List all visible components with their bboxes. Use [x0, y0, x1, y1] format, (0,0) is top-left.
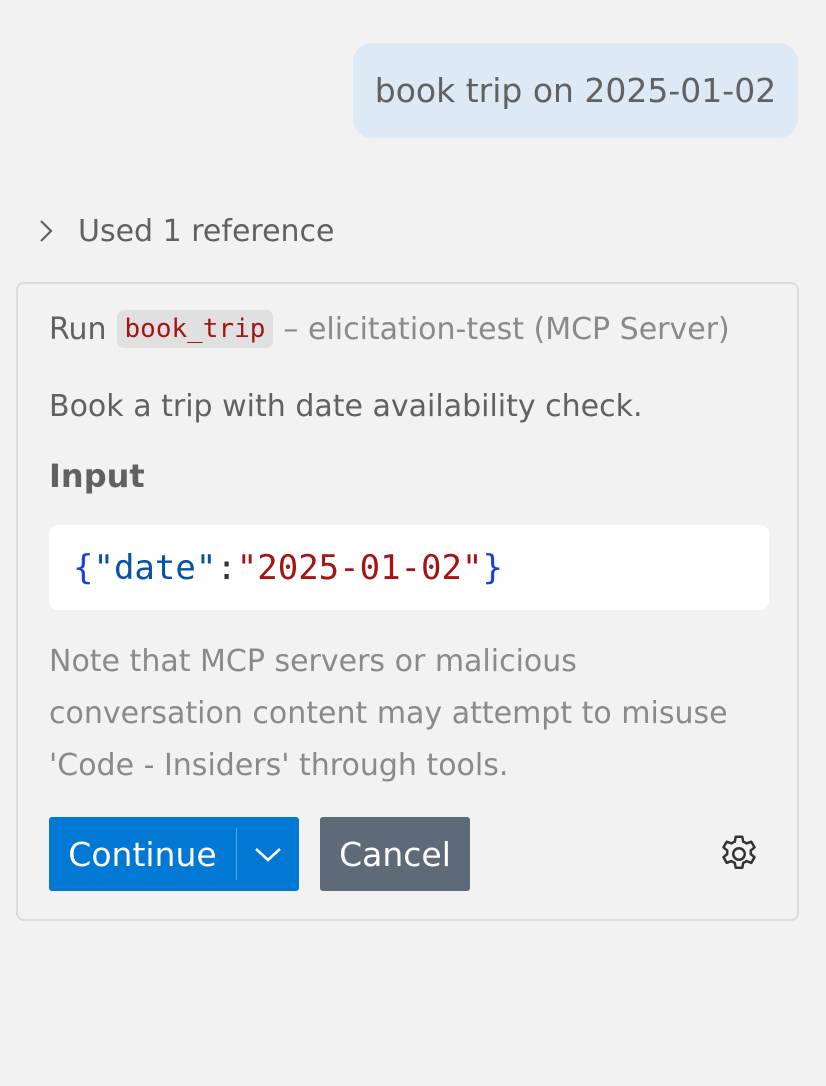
- tool-confirmation-card: Run book_trip – elicitation-test (MCP Se…: [16, 282, 799, 921]
- settings-button[interactable]: [715, 830, 763, 878]
- continue-split-button[interactable]: Continue: [49, 817, 299, 891]
- references-toggle[interactable]: Used 1 reference: [30, 206, 335, 256]
- cancel-button[interactable]: Cancel: [320, 817, 470, 891]
- input-heading: Input: [49, 457, 145, 495]
- tool-name-code: book_trip: [116, 310, 274, 348]
- user-message-bubble: book trip on 2025-01-02: [353, 43, 798, 138]
- continue-dropdown-button[interactable]: [237, 817, 299, 891]
- gear-icon: [722, 835, 756, 870]
- json-colon: :: [216, 547, 237, 588]
- cancel-label: Cancel: [339, 834, 451, 874]
- run-prefix: Run: [49, 311, 107, 347]
- json-open-brace: {: [73, 547, 94, 588]
- references-label: Used 1 reference: [78, 213, 335, 249]
- input-json-block: { "date": "2025-01-02" }: [49, 525, 769, 610]
- continue-button[interactable]: Continue: [49, 817, 236, 891]
- json-key: "date": [93, 547, 217, 588]
- chevron-right-icon: [30, 215, 62, 247]
- tool-description: Book a trip with date availability check…: [49, 389, 643, 424]
- user-message-text: book trip on 2025-01-02: [374, 71, 777, 110]
- security-note: Note that MCP servers or malicious conve…: [49, 644, 728, 783]
- json-close-brace: }: [482, 547, 503, 588]
- chevron-down-icon: [255, 848, 281, 862]
- tool-title: Run book_trip – elicitation-test (MCP Se…: [49, 306, 730, 352]
- json-value: "2025-01-02": [236, 547, 483, 588]
- tool-source: – elicitation-test (MCP Server): [283, 311, 730, 347]
